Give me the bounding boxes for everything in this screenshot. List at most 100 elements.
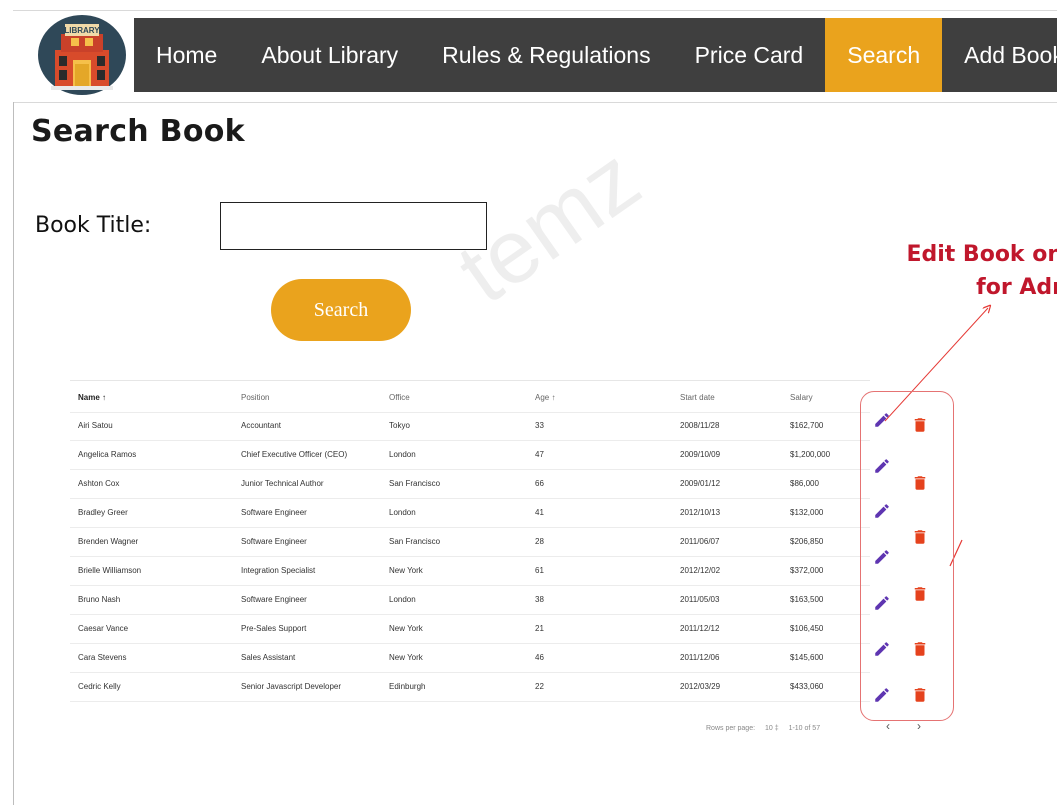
admin-annotation: Edit Book on for Adr — [906, 238, 1057, 304]
delete-book-trash-icon[interactable] — [911, 528, 929, 546]
cell-start-date: 2011/12/06 — [680, 653, 720, 662]
delete-book-trash-icon[interactable] — [911, 474, 929, 492]
cell-age: 66 — [535, 479, 544, 488]
edit-book-pencil-icon[interactable] — [873, 548, 891, 566]
edit-book-pencil-icon[interactable] — [873, 686, 891, 704]
table-row[interactable]: Brenden Wagner Software Engineer San Franc… — [70, 528, 870, 557]
edit-book-pencil-icon[interactable] — [873, 502, 891, 520]
table-row[interactable]: Angelica Ramos Chief Executive Officer (C… — [70, 441, 870, 470]
cell-position: Chief Executive Officer (CEO) — [241, 450, 348, 459]
nav-rules-regulations[interactable]: Rules & Regulations — [420, 18, 672, 92]
cell-start-date: 2011/06/07 — [680, 537, 720, 546]
table-pagination: Rows per page: 10 ‡ 1-10 of 57 — [706, 725, 828, 732]
nav-add-book[interactable]: Add Book — [942, 18, 1057, 92]
delete-book-trash-icon[interactable] — [911, 585, 929, 603]
nav-about-library[interactable]: About Library — [239, 18, 420, 92]
column-header-name[interactable]: Name ↑ — [78, 384, 106, 412]
cell-start-date: 2011/05/03 — [680, 595, 720, 604]
delete-book-trash-icon[interactable] — [911, 416, 929, 434]
cell-start-date: 2008/11/28 — [680, 421, 720, 430]
cell-office: New York — [389, 624, 423, 633]
cell-salary: $145,600 — [790, 653, 824, 662]
cell-age: 47 — [535, 450, 544, 459]
cell-salary: $1,200,000 — [790, 450, 831, 459]
cell-office: San Francisco — [389, 537, 441, 546]
cell-salary: $162,700 — [790, 421, 824, 430]
table-row[interactable]: Caesar Vance Pre-Sales Support New York 21 2… — [70, 615, 870, 644]
page-title: Search Book — [31, 114, 245, 149]
cell-start-date: 2011/12/12 — [680, 624, 720, 633]
delete-book-trash-icon[interactable] — [911, 640, 929, 658]
column-header-office[interactable]: Office — [389, 384, 410, 412]
prev-page-button[interactable]: ‹ — [886, 719, 890, 733]
cell-salary: $106,450 — [790, 624, 824, 633]
cell-age: 46 — [535, 653, 544, 662]
page-frame-divider — [13, 102, 1057, 103]
table-row[interactable]: Ashton Cox Junior Technical Author San Fra… — [70, 470, 870, 499]
cell-position: Junior Technical Author — [241, 479, 324, 488]
cell-start-date: 2009/10/09 — [680, 450, 721, 459]
page-frame-left — [13, 102, 14, 805]
cell-name: Angelica Ramos — [78, 450, 137, 459]
cell-name: Brenden Wagner — [78, 537, 139, 546]
cell-position: Pre-Sales Support — [241, 624, 307, 633]
edit-book-pencil-icon[interactable] — [873, 457, 891, 475]
cell-position: Accountant — [241, 421, 282, 430]
cell-name: Bradley Greer — [78, 508, 128, 517]
table-row[interactable]: Bradley Greer Software Engineer London 41 20… — [70, 499, 870, 528]
page-frame-top — [13, 10, 1057, 11]
nav-search[interactable]: Search — [825, 18, 943, 92]
cell-age: 38 — [535, 595, 544, 604]
table-top-border — [70, 380, 870, 381]
table-row[interactable]: Airi Satou Accountant Tokyo 33 2008/11/28 $16… — [70, 412, 870, 441]
book-title-input[interactable] — [220, 202, 487, 250]
annotation-line-2: for Adr — [976, 275, 1057, 300]
edit-book-pencil-icon[interactable] — [873, 411, 891, 429]
edit-book-pencil-icon[interactable] — [873, 594, 891, 612]
column-header-age[interactable]: Age ↑ — [535, 384, 555, 412]
cell-start-date: 2012/10/13 — [680, 508, 721, 517]
next-page-button[interactable]: › — [917, 719, 921, 733]
table-row[interactable]: Brielle Williamson Integration Specialist… — [70, 557, 870, 586]
cell-salary: $206,850 — [790, 537, 824, 546]
cell-office: San Francisco — [389, 479, 441, 488]
cell-office: London — [389, 450, 416, 459]
book-title-label: Book Title: — [35, 213, 152, 238]
cell-office: Edinburgh — [389, 682, 426, 691]
search-button[interactable]: Search — [271, 279, 411, 341]
cell-name: Cedric Kelly — [78, 682, 121, 691]
column-header-position[interactable]: Position — [241, 384, 269, 412]
annotation-line-1: Edit Book on — [906, 242, 1057, 267]
library-building-icon: LIBRARY — [38, 15, 126, 95]
cell-salary: $433,060 — [790, 682, 824, 691]
cell-salary: $372,000 — [790, 566, 824, 575]
cell-name: Ashton Cox — [78, 479, 120, 488]
main-nav: Home About Library Rules & Regulations P… — [134, 18, 1057, 92]
table-header-row: Name ↑ Position Office Age ↑ Start date … — [70, 384, 870, 413]
cell-age: 41 — [535, 508, 544, 517]
edit-book-pencil-icon[interactable] — [873, 640, 891, 658]
cell-office: Tokyo — [389, 421, 410, 430]
rows-per-page-select[interactable]: 10 ‡ — [765, 725, 779, 732]
column-header-salary[interactable]: Salary — [790, 384, 813, 412]
cell-name: Cara Stevens — [78, 653, 127, 662]
cell-name: Caesar Vance — [78, 624, 129, 633]
cell-name: Bruno Nash — [78, 595, 121, 604]
rows-per-page-label: Rows per page: — [706, 725, 756, 732]
cell-office: New York — [389, 566, 423, 575]
table-row[interactable]: Cara Stevens Sales Assistant New York 46 201… — [70, 644, 870, 673]
cell-name: Brielle Williamson — [78, 566, 142, 575]
nav-home[interactable]: Home — [134, 18, 239, 92]
library-logo[interactable]: LIBRARY — [37, 14, 127, 96]
nav-price-card[interactable]: Price Card — [673, 18, 826, 92]
page-range: 1-10 of 57 — [788, 725, 821, 732]
delete-book-trash-icon[interactable] — [911, 686, 929, 704]
cell-salary: $132,000 — [790, 508, 824, 517]
cell-age: 21 — [535, 624, 544, 633]
table-row[interactable]: Bruno Nash Software Engineer London 38 2011/… — [70, 586, 870, 615]
cell-salary: $86,000 — [790, 479, 819, 488]
table-row[interactable]: Cedric Kelly Senior Javascript Developer E… — [70, 673, 870, 702]
cell-position: Integration Specialist — [241, 566, 316, 575]
column-header-start-date[interactable]: Start date — [680, 384, 715, 412]
cell-position: Sales Assistant — [241, 653, 296, 662]
